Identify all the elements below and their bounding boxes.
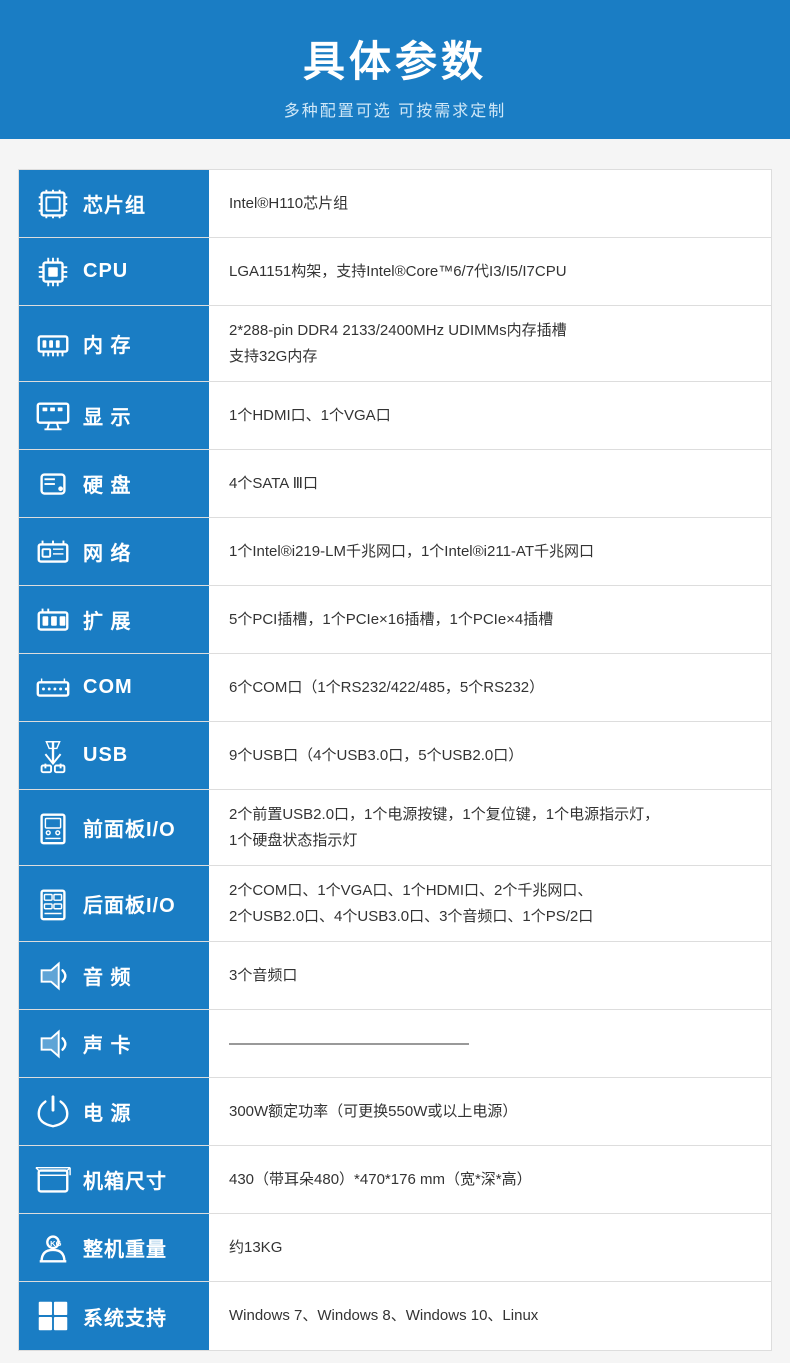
spec-value-expansion: 5个PCI插槽，1个PCIe×16插槽，1个PCIe×4插槽 (209, 586, 771, 653)
spec-label-text-soundcard: 声 卡 (83, 1029, 132, 1058)
spec-label-os: 系统支持 (19, 1282, 209, 1350)
spec-label-text-chipset: 芯片组 (83, 189, 146, 218)
memory-icon (31, 322, 75, 366)
spec-label-casesize: 机箱尺寸 (19, 1146, 209, 1213)
svg-text:KG: KG (50, 1239, 61, 1248)
spec-row-harddisk: 硬 盘 4个SATA Ⅲ口 (19, 450, 771, 518)
spec-label-usb: USB (19, 722, 209, 789)
spec-value-chipset: Intel®H110芯片组 (209, 170, 771, 237)
spec-label-text-reario: 后面板I/O (83, 889, 176, 918)
page-title: 具体参数 (0, 28, 790, 89)
spec-label-text-os: 系统支持 (83, 1302, 167, 1331)
casesize-icon (31, 1158, 75, 1202)
spec-value-frontio: 2个前置USB2.0口，1个电源按键，1个复位键，1个电源指示灯，1个硬盘状态指… (209, 790, 771, 865)
spec-value-power: 300W额定功率（可更换550W或以上电源） (209, 1078, 771, 1145)
spec-label-audio: 音 频 (19, 942, 209, 1009)
spec-value-cpu: LGA1151构架，支持Intel®Core™6/7代I3/I5/I7CPU (209, 238, 771, 305)
display-icon (31, 394, 75, 438)
spec-value-memory: 2*288-pin DDR4 2133/2400MHz UDIMMs内存插槽支持… (209, 306, 771, 381)
spec-row-usb: USB 9个USB口（4个USB3.0口，5个USB2.0口） (19, 722, 771, 790)
spec-row-chipset: 芯片组 Intel®H110芯片组 (19, 170, 771, 238)
spec-label-text-casesize: 机箱尺寸 (83, 1165, 167, 1194)
spec-label-text-weight: 整机重量 (83, 1233, 167, 1262)
network-icon (31, 530, 75, 574)
spec-label-power: 电 源 (19, 1078, 209, 1145)
spec-label-display: 显 示 (19, 382, 209, 449)
weight-icon: KG (31, 1226, 75, 1270)
spec-label-text-frontio: 前面板I/O (83, 813, 176, 842)
spec-label-text-harddisk: 硬 盘 (83, 469, 132, 498)
spec-row-display: 显 示 1个HDMI口、1个VGA口 (19, 382, 771, 450)
spec-label-text-display: 显 示 (83, 401, 132, 430)
spec-row-os: 系统支持 Windows 7、Windows 8、Windows 10、Linu… (19, 1282, 771, 1350)
spec-row-power: 电 源 300W额定功率（可更换550W或以上电源） (19, 1078, 771, 1146)
spec-row-com: COM 6个COM口（1个RS232/422/485，5个RS232） (19, 654, 771, 722)
spec-label-chipset: 芯片组 (19, 170, 209, 237)
spec-label-memory: 内 存 (19, 306, 209, 381)
expansion-icon (31, 598, 75, 642)
power-icon (31, 1090, 75, 1134)
frontio-icon (31, 806, 75, 850)
spec-label-soundcard: 声 卡 (19, 1010, 209, 1077)
spec-row-soundcard: 声 卡 ———————————————— (19, 1010, 771, 1078)
spec-label-weight: KG 整机重量 (19, 1214, 209, 1281)
spec-label-network: 网 络 (19, 518, 209, 585)
spec-value-harddisk: 4个SATA Ⅲ口 (209, 450, 771, 517)
spec-row-cpu: CPU LGA1151构架，支持Intel®Core™6/7代I3/I5/I7C… (19, 238, 771, 306)
spec-row-expansion: 扩 展 5个PCI插槽，1个PCIe×16插槽，1个PCIe×4插槽 (19, 586, 771, 654)
spec-value-casesize: 430（带耳朵480）*470*176 mm（宽*深*高） (209, 1146, 771, 1213)
usb-icon (31, 734, 75, 778)
spec-label-cpu: CPU (19, 238, 209, 305)
spec-label-reario: 后面板I/O (19, 866, 209, 941)
spec-label-text-expansion: 扩 展 (83, 605, 132, 634)
spec-label-text-cpu: CPU (83, 260, 128, 283)
spec-label-harddisk: 硬 盘 (19, 450, 209, 517)
chipset-icon (31, 182, 75, 226)
spec-value-usb: 9个USB口（4个USB3.0口，5个USB2.0口） (209, 722, 771, 789)
spec-value-com: 6个COM口（1个RS232/422/485，5个RS232） (209, 654, 771, 721)
header: 具体参数 多种配置可选 可按需求定制 (0, 0, 790, 139)
spec-label-text-power: 电 源 (83, 1097, 132, 1126)
reario-icon (31, 882, 75, 926)
spec-row-network: 网 络 1个Intel®i219-LM千兆网口，1个Intel®i211-AT千… (19, 518, 771, 586)
os-icon (31, 1294, 75, 1338)
spec-value-os: Windows 7、Windows 8、Windows 10、Linux (209, 1282, 771, 1350)
soundcard-icon (31, 1022, 75, 1066)
spec-label-com: COM (19, 654, 209, 721)
spec-row-memory: 内 存 2*288-pin DDR4 2133/2400MHz UDIMMs内存… (19, 306, 771, 382)
spec-value-soundcard: ———————————————— (209, 1010, 771, 1077)
spec-label-text-memory: 内 存 (83, 329, 132, 358)
spec-row-casesize: 机箱尺寸 430（带耳朵480）*470*176 mm（宽*深*高） (19, 1146, 771, 1214)
cpu-icon (31, 250, 75, 294)
spec-value-network: 1个Intel®i219-LM千兆网口，1个Intel®i211-AT千兆网口 (209, 518, 771, 585)
spec-row-reario: 后面板I/O 2个COM口、1个VGA口、1个HDMI口、2个千兆网口、2个US… (19, 866, 771, 942)
spec-label-expansion: 扩 展 (19, 586, 209, 653)
spec-label-frontio: 前面板I/O (19, 790, 209, 865)
spec-label-text-com: COM (83, 676, 133, 699)
spec-row-audio: 音 频 3个音频口 (19, 942, 771, 1010)
com-icon (31, 666, 75, 710)
spec-label-text-network: 网 络 (83, 537, 132, 566)
spec-label-text-audio: 音 频 (83, 961, 132, 990)
page-subtitle: 多种配置可选 可按需求定制 (0, 97, 790, 121)
spec-value-reario: 2个COM口、1个VGA口、1个HDMI口、2个千兆网口、2个USB2.0口、4… (209, 866, 771, 941)
spec-value-audio: 3个音频口 (209, 942, 771, 1009)
spec-table: 芯片组 Intel®H110芯片组 CPU L (18, 169, 772, 1351)
spec-value-weight: 约13KG (209, 1214, 771, 1281)
spec-value-display: 1个HDMI口、1个VGA口 (209, 382, 771, 449)
spec-label-text-usb: USB (83, 744, 128, 767)
harddisk-icon (31, 462, 75, 506)
audio-icon (31, 954, 75, 998)
spec-row-weight: KG 整机重量 约13KG (19, 1214, 771, 1282)
spec-row-frontio: 前面板I/O 2个前置USB2.0口，1个电源按键，1个复位键，1个电源指示灯，… (19, 790, 771, 866)
